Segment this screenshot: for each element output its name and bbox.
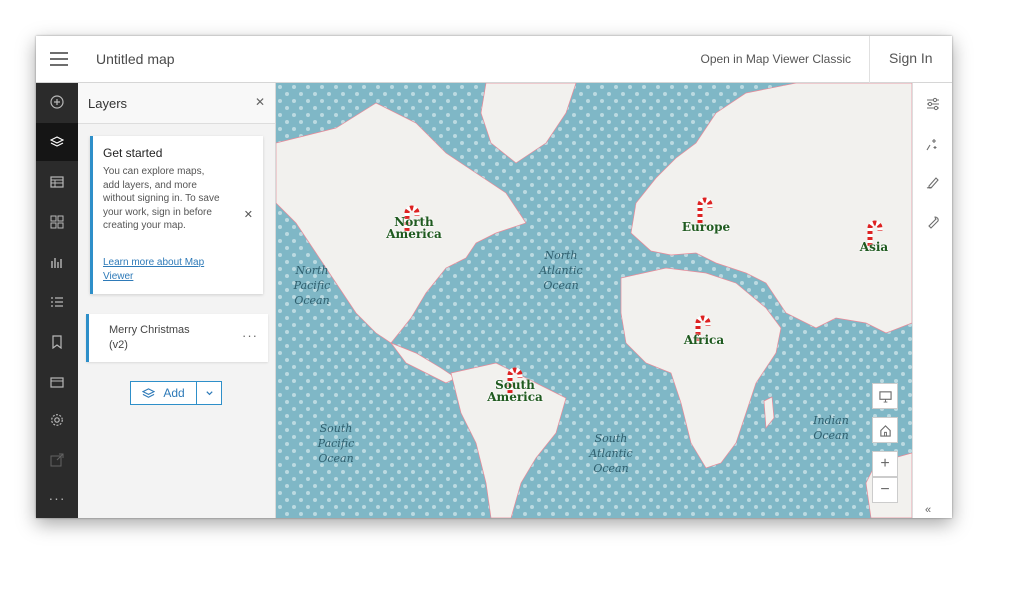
- label-indian: Indian Ocean: [813, 414, 849, 442]
- learn-more-link[interactable]: Learn more about Map Viewer: [103, 256, 223, 283]
- layer-name: Merry Christmas (v2): [109, 324, 190, 351]
- panel-title: Layers: [88, 96, 128, 111]
- add-layer-button-group: Add: [130, 381, 222, 405]
- label-asia: Asia: [859, 240, 889, 254]
- folder-icon[interactable]: [36, 363, 78, 401]
- share-icon[interactable]: [36, 441, 78, 479]
- sign-in-area: Sign In: [869, 36, 952, 83]
- layers-panel: Layers ✕ Get started You can explore map…: [78, 83, 276, 518]
- zoom-in-icon[interactable]: +: [872, 451, 898, 477]
- tools-icon[interactable]: [913, 203, 952, 241]
- more-icon[interactable]: ···: [36, 479, 78, 517]
- chevron-down-icon[interactable]: [196, 382, 221, 404]
- dismiss-card-icon[interactable]: ✕: [244, 208, 253, 221]
- label-north-atlantic: North Atlantic Ocean: [539, 249, 583, 292]
- get-started-body: You can explore maps, add layers, and mo…: [103, 166, 220, 231]
- right-toolbar: «: [912, 83, 952, 518]
- bookmarks-icon[interactable]: [36, 323, 78, 361]
- label-europe: Europe: [681, 220, 731, 234]
- layers-icon[interactable]: [36, 123, 78, 161]
- label-north-america: North America: [386, 215, 442, 241]
- label-north-pacific: North Pacific Ocean: [293, 264, 331, 307]
- layer-options-icon[interactable]: ···: [242, 328, 258, 343]
- home-icon[interactable]: [872, 417, 898, 443]
- label-south-atlantic: South Atlantic Ocean: [589, 432, 633, 475]
- layer-item[interactable]: Merry Christmas (v2) ···: [86, 314, 268, 362]
- properties-icon[interactable]: [913, 85, 952, 123]
- open-classic-link[interactable]: Open in Map Viewer Classic: [700, 52, 851, 66]
- charts-icon[interactable]: [36, 243, 78, 281]
- app-header: Untitled map Open in Map Viewer Classic …: [36, 36, 952, 83]
- get-started-card: Get started You can explore maps, add la…: [90, 136, 263, 294]
- map-title: Untitled map: [96, 51, 175, 67]
- settings-icon[interactable]: [36, 401, 78, 439]
- add-layer-button[interactable]: Add: [131, 382, 196, 404]
- effects-icon[interactable]: [913, 125, 952, 163]
- map-view[interactable]: North America South America Europe Afric…: [276, 83, 912, 518]
- add-icon[interactable]: [36, 83, 78, 121]
- fullscreen-icon[interactable]: [872, 383, 898, 409]
- label-africa: Africa: [683, 333, 725, 347]
- left-rail: ···: [36, 83, 78, 518]
- zoom-out-icon[interactable]: −: [872, 477, 898, 503]
- map-viewer-window: Untitled map Open in Map Viewer Classic …: [36, 36, 952, 518]
- sketch-icon[interactable]: [913, 163, 952, 201]
- sign-in-button[interactable]: Sign In: [889, 50, 933, 66]
- collapse-icon[interactable]: «: [925, 504, 931, 516]
- label-south-pacific: South Pacific Ocean: [317, 422, 355, 465]
- panel-header: Layers ✕: [78, 83, 275, 124]
- close-icon[interactable]: ✕: [255, 95, 265, 109]
- label-south-america: South America: [487, 378, 543, 404]
- table-icon[interactable]: [36, 163, 78, 201]
- legend-icon[interactable]: [36, 283, 78, 321]
- basemap-icon[interactable]: [36, 203, 78, 241]
- layers-icon: [142, 387, 156, 398]
- add-label: Add: [163, 386, 185, 400]
- get-started-title: Get started: [103, 146, 163, 160]
- menu-icon[interactable]: [50, 52, 68, 66]
